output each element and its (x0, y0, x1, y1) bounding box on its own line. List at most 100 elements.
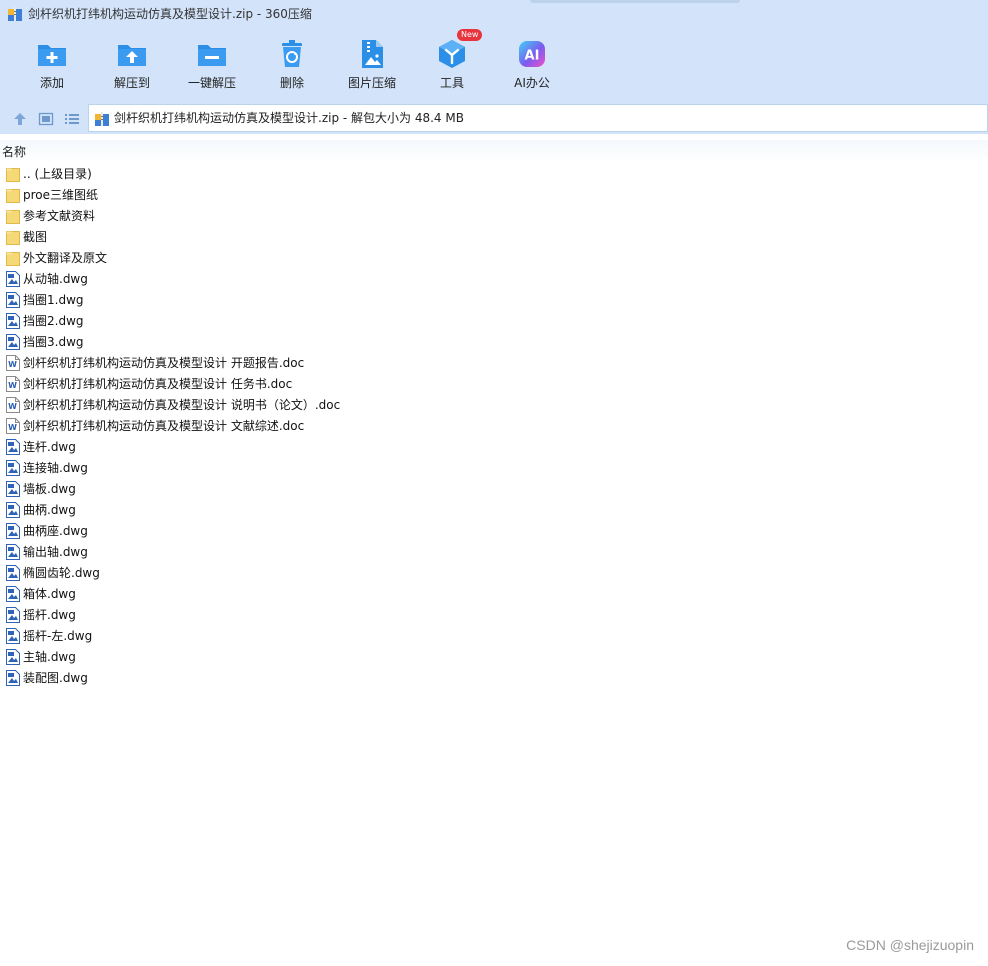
extract-to-label: 解压到 (113, 76, 150, 90)
new-badge: New (457, 29, 483, 41)
ai-office-label: AI办公 (514, 76, 550, 90)
delete-label: 删除 (279, 76, 304, 90)
dwg-file-icon (6, 460, 20, 476)
file-name: 剑杆织机打纬机构运动仿真及模型设计 文献综述.doc (23, 419, 305, 433)
file-name: 剑杆织机打纬机构运动仿真及模型设计 开题报告.doc (23, 356, 305, 370)
one-click-extract-label: 一键解压 (187, 76, 236, 90)
dwg-file-icon (6, 649, 20, 665)
file-name: 挡圈2.dwg (23, 314, 84, 328)
file-name: 曲柄.dwg (23, 503, 76, 517)
file-name: 曲柄座.dwg (23, 524, 88, 538)
add-folder-icon (38, 45, 66, 66)
dwg-file-icon (6, 565, 20, 581)
dwg-file-icon (6, 481, 20, 497)
file-row[interactable]: 挡圈2.dwg (0, 311, 988, 332)
folder-icon (6, 250, 20, 266)
file-name: 截图 (23, 230, 48, 244)
file-name: 挡圈1.dwg (23, 293, 84, 307)
word-doc-icon: W (6, 397, 20, 413)
dwg-file-icon (6, 670, 20, 686)
file-row[interactable]: 从动轴.dwg (0, 269, 988, 290)
title-decoration (530, 0, 740, 3)
zip-archive-icon (95, 112, 109, 126)
one-click-extract-button[interactable]: 一键解压 (175, 28, 249, 102)
file-row[interactable]: W 剑杆织机打纬机构运动仿真及模型设计 文献综述.doc (0, 416, 988, 437)
file-row[interactable]: 连接轴.dwg (0, 458, 988, 479)
folder-row[interactable]: .. (上级目录) (0, 164, 988, 185)
file-row[interactable]: 墙板.dwg (0, 479, 988, 500)
file-row[interactable]: 摇杆-左.dwg (0, 626, 988, 647)
ai-glyph: AI (525, 49, 540, 64)
file-row[interactable]: 箱体.dwg (0, 584, 988, 605)
image-compress-icon (362, 40, 383, 68)
extract-to-button[interactable]: 解压到 (95, 28, 169, 102)
folder-row[interactable]: 截图 (0, 227, 988, 248)
folder-row[interactable]: proe三维图纸 (0, 185, 988, 206)
file-row[interactable]: 曲柄.dwg (0, 500, 988, 521)
dwg-file-icon (6, 502, 20, 518)
column-header: 名称 (0, 140, 988, 162)
dwg-file-icon (6, 292, 20, 308)
up-level-icon[interactable] (12, 111, 28, 127)
file-row[interactable]: W 剑杆织机打纬机构运动仿真及模型设计 开题报告.doc (0, 353, 988, 374)
file-name: proe三维图纸 (23, 188, 99, 202)
dwg-file-icon (6, 271, 20, 287)
list-view-icon[interactable] (64, 111, 80, 127)
toolbar: 添加 解压到 一键解压 删除 图片压缩 New 工具 AI AI办公 (0, 28, 988, 102)
file-name: 椭圆齿轮.dwg (23, 566, 100, 580)
file-row[interactable]: 主轴.dwg (0, 647, 988, 668)
folder-row[interactable]: 外文翻译及原文 (0, 248, 988, 269)
file-name: 装配图.dwg (23, 671, 88, 685)
word-doc-icon: W (6, 376, 20, 392)
file-row[interactable]: W 剑杆织机打纬机构运动仿真及模型设计 任务书.doc (0, 374, 988, 395)
dwg-file-icon (6, 586, 20, 602)
file-row[interactable]: 输出轴.dwg (0, 542, 988, 563)
file-name: 连杆.dwg (23, 440, 76, 454)
dwg-file-icon (6, 523, 20, 539)
folder-icon (6, 229, 20, 245)
dwg-file-icon (6, 439, 20, 455)
column-name-header[interactable]: 名称 (2, 140, 26, 164)
address-bar: 剑杆织机打纬机构运动仿真及模型设计.zip - 解包大小为 48.4 MB (0, 102, 988, 134)
file-name: 外文翻译及原文 (23, 251, 108, 265)
word-doc-icon: W (6, 418, 20, 434)
thumbnail-view-icon[interactable] (38, 111, 54, 127)
file-name: 主轴.dwg (23, 650, 76, 664)
file-row[interactable]: 椭圆齿轮.dwg (0, 563, 988, 584)
add-button[interactable]: 添加 (15, 28, 89, 102)
file-row[interactable]: 摇杆.dwg (0, 605, 988, 626)
delete-button[interactable]: 删除 (255, 28, 329, 102)
tools-button[interactable]: New 工具 (415, 28, 489, 102)
folder-row[interactable]: 参考文献资料 (0, 206, 988, 227)
address-field[interactable]: 剑杆织机打纬机构运动仿真及模型设计.zip - 解包大小为 48.4 MB (88, 104, 988, 132)
svg-text:W: W (8, 360, 17, 369)
dwg-file-icon (6, 607, 20, 623)
ai-office-icon: AI (519, 41, 545, 67)
tools-cube-icon (439, 40, 465, 68)
archive-app-icon (8, 7, 22, 21)
dwg-file-icon (6, 544, 20, 560)
image-compress-button[interactable]: 图片压缩 (335, 28, 409, 102)
one-click-extract-icon (198, 45, 226, 66)
word-doc-icon: W (6, 355, 20, 371)
file-row[interactable]: 装配图.dwg (0, 668, 988, 689)
ai-office-button[interactable]: AI AI办公 (495, 28, 569, 102)
file-name: 参考文献资料 (23, 209, 96, 223)
file-name: 箱体.dwg (23, 587, 76, 601)
file-row[interactable]: 曲柄座.dwg (0, 521, 988, 542)
tools-label: 工具 (439, 76, 464, 90)
title-bar: 剑杆织机打纬机构运动仿真及模型设计.zip - 360压缩 (0, 0, 988, 28)
file-row[interactable]: 挡圈3.dwg (0, 332, 988, 353)
recycle-delete-icon (282, 40, 302, 67)
file-row[interactable]: 挡圈1.dwg (0, 290, 988, 311)
file-row[interactable]: 连杆.dwg (0, 437, 988, 458)
svg-text:W: W (8, 402, 17, 411)
svg-text:W: W (8, 381, 17, 390)
file-row[interactable]: W 剑杆织机打纬机构运动仿真及模型设计 说明书（论文）.doc (0, 395, 988, 416)
file-name: 输出轴.dwg (23, 545, 88, 559)
extract-to-icon (118, 45, 146, 66)
file-name: 摇杆-左.dwg (23, 629, 93, 643)
dwg-file-icon (6, 334, 20, 350)
address-text: 剑杆织机打纬机构运动仿真及模型设计.zip - 解包大小为 48.4 MB (114, 111, 464, 125)
file-name: 挡圈3.dwg (23, 335, 84, 349)
